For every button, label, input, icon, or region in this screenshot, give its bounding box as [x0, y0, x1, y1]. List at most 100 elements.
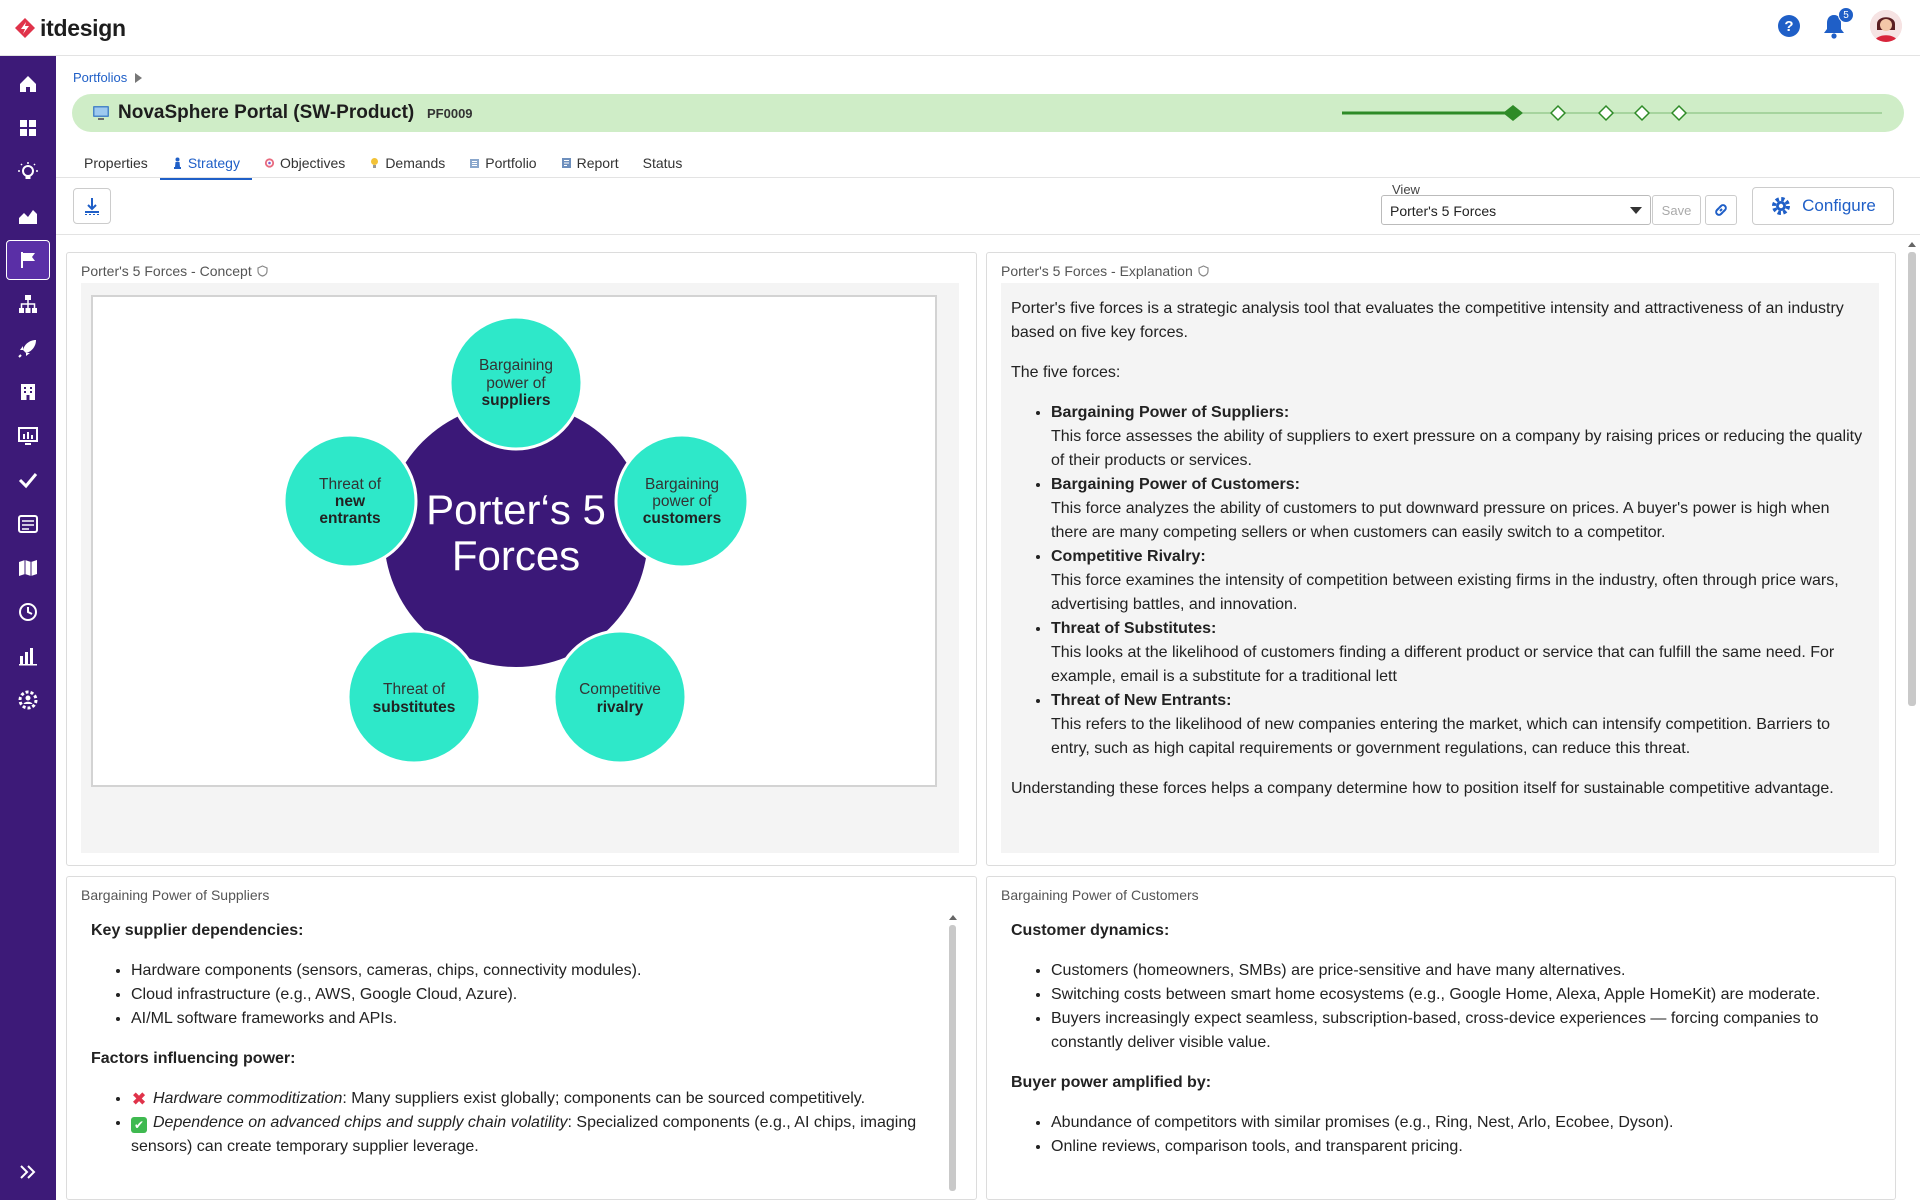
sidebar-item-home[interactable]	[6, 64, 50, 104]
tab-portfolio[interactable]: Portfolio	[457, 148, 548, 178]
help-icon[interactable]: ?	[1778, 15, 1800, 37]
sidebar-item-organization[interactable]	[6, 372, 50, 412]
sidebar-item-admin[interactable]	[6, 680, 50, 720]
amplifiers-list: Abundance of competitors with similar pr…	[1011, 1111, 1861, 1159]
brand-name: itdesign	[40, 14, 126, 41]
porters-five-forces-diagram: Porter‘s 5 Forces Bargaining power of su…	[282, 315, 750, 765]
concept-body: Porter‘s 5 Forces Bargaining power of su…	[81, 283, 959, 853]
force-customers: Bargaining power of customers	[614, 433, 750, 569]
logo-mark-icon	[15, 18, 35, 38]
rocket-icon	[18, 340, 36, 358]
panel-title: Bargaining Power of Suppliers	[81, 887, 270, 903]
list-item: Threat of Substitutes:This looks at the …	[1051, 617, 1869, 689]
dependencies-list: Hardware components (sensors, cameras, c…	[91, 959, 931, 1031]
list-item: AI/ML software frameworks and APIs.	[131, 1007, 931, 1031]
tab-demands[interactable]: Demands	[357, 148, 457, 178]
sidebar-item-statistics[interactable]	[6, 636, 50, 676]
explanation-panel: Porter's 5 Forces - Explanation Porter's…	[986, 252, 1896, 866]
flag-icon	[21, 252, 35, 268]
suppliers-panel: Bargaining Power of Suppliers Key suppli…	[66, 876, 977, 1200]
export-icon	[85, 198, 99, 215]
force-substitutes: Threat of substitutes	[346, 629, 482, 765]
tab-properties[interactable]: Properties	[72, 148, 160, 178]
tab-report[interactable]: Report	[549, 148, 631, 178]
explanation-body: Porter's five forces is a strategic anal…	[1001, 283, 1879, 853]
svg-text:Threat of: Threat of	[383, 681, 446, 698]
svg-text:Competitive: Competitive	[579, 681, 661, 698]
list-item: Bargaining Power of Customers:This force…	[1051, 473, 1869, 545]
list-item: ✖Hardware commoditization: Many supplier…	[131, 1087, 931, 1111]
lightbulb-icon	[371, 158, 379, 168]
section-heading: Buyer power amplified by:	[1011, 1074, 1212, 1091]
list-item: Threat of New Entrants:This refers to th…	[1051, 689, 1869, 761]
lightbulb-icon	[18, 162, 38, 179]
scrollbar[interactable]	[949, 925, 956, 1191]
sidebar-item-roadmap[interactable]	[6, 548, 50, 588]
svg-text:Bargaining: Bargaining	[645, 476, 719, 493]
area-chart-icon	[19, 210, 37, 224]
list-item: Cloud infrastructure (e.g., AWS, Google …	[131, 983, 931, 1007]
shield-icon	[1198, 265, 1209, 277]
check-mark-icon: ✔	[131, 1117, 147, 1133]
sidebar-item-strategy[interactable]	[6, 240, 50, 280]
sidebar-item-structure[interactable]	[6, 284, 50, 324]
breadcrumb-portfolios-link[interactable]: Portfolios	[73, 70, 127, 85]
avatar-image	[1870, 10, 1902, 42]
list-item: Hardware components (sensors, cameras, c…	[131, 959, 931, 983]
page-scroll-up-icon[interactable]	[1907, 240, 1917, 248]
notifications-button[interactable]: 5	[1822, 7, 1854, 39]
sidebar-item-requests[interactable]	[6, 504, 50, 544]
page-scrollbar[interactable]	[1908, 252, 1916, 706]
tab-bar: Properties Strategy Objectives Demands P…	[72, 148, 695, 180]
tab-strategy[interactable]: Strategy	[159, 148, 253, 180]
map-icon	[19, 560, 37, 576]
list-item: Switching costs between smart home ecosy…	[1051, 983, 1861, 1007]
sidebar-item-dashboard[interactable]	[6, 108, 50, 148]
sidebar-item-projects[interactable]	[6, 328, 50, 368]
suppliers-body: Key supplier dependencies: Hardware comp…	[81, 907, 941, 1201]
tab-status[interactable]: Status	[631, 148, 695, 178]
sidebar-item-ideas[interactable]	[6, 152, 50, 192]
shield-icon	[257, 265, 268, 277]
center-text-line2: Forces	[452, 532, 580, 579]
intro-text: Porter's five forces is a strategic anal…	[1011, 300, 1844, 341]
export-button[interactable]	[73, 188, 111, 224]
scroll-up-icon[interactable]	[948, 913, 958, 921]
section-heading: Key supplier dependencies:	[91, 922, 304, 939]
notification-badge: 5	[1838, 7, 1854, 23]
dynamics-list: Customers (homeowners, SMBs) are price-s…	[1011, 959, 1861, 1055]
panel-title: Porter's 5 Forces - Explanation	[1001, 263, 1209, 279]
save-button[interactable]: Save	[1652, 195, 1701, 225]
section-heading: Factors influencing power:	[91, 1050, 296, 1067]
svg-text:Threat of: Threat of	[319, 476, 382, 493]
link-icon	[1715, 204, 1727, 216]
panel-title: Bargaining Power of Customers	[1001, 887, 1199, 903]
section-heading: Customer dynamics:	[1011, 922, 1170, 939]
list-item: Competitive Rivalry:This force examines …	[1051, 545, 1869, 617]
svg-text:power of: power of	[652, 493, 712, 510]
panel-title: Porter's 5 Forces - Concept	[81, 263, 268, 279]
app-logo[interactable]: itdesign	[14, 14, 126, 42]
tab-objectives[interactable]: Objectives	[252, 148, 357, 178]
monitor-chart-icon	[18, 427, 38, 445]
svg-text:customers: customers	[643, 510, 721, 527]
svg-text:Bargaining: Bargaining	[479, 357, 553, 374]
sidebar-item-analytics[interactable]	[6, 196, 50, 236]
caret-right-icon	[135, 72, 143, 83]
configure-button[interactable]: Configure	[1752, 187, 1894, 225]
portfolio-icon	[470, 159, 480, 168]
svg-text:new: new	[335, 493, 366, 510]
sidebar-item-timesheet[interactable]	[6, 592, 50, 632]
bar-chart-icon	[19, 648, 37, 666]
stage-progress[interactable]	[1342, 102, 1882, 124]
sidebar-expand-button[interactable]	[6, 1152, 50, 1192]
sidebar-item-reports[interactable]	[6, 416, 50, 456]
view-select-value: Porter's 5 Forces	[1390, 203, 1497, 219]
list-item: Online reviews, comparison tools, and tr…	[1051, 1135, 1861, 1159]
settings-user-icon	[18, 690, 38, 710]
link-button[interactable]	[1705, 195, 1737, 225]
sidebar-item-tasks[interactable]	[6, 460, 50, 500]
avatar[interactable]	[1870, 10, 1902, 42]
view-select[interactable]: Porter's 5 Forces	[1381, 195, 1651, 225]
cross-mark-icon: ✖	[131, 1089, 147, 1109]
